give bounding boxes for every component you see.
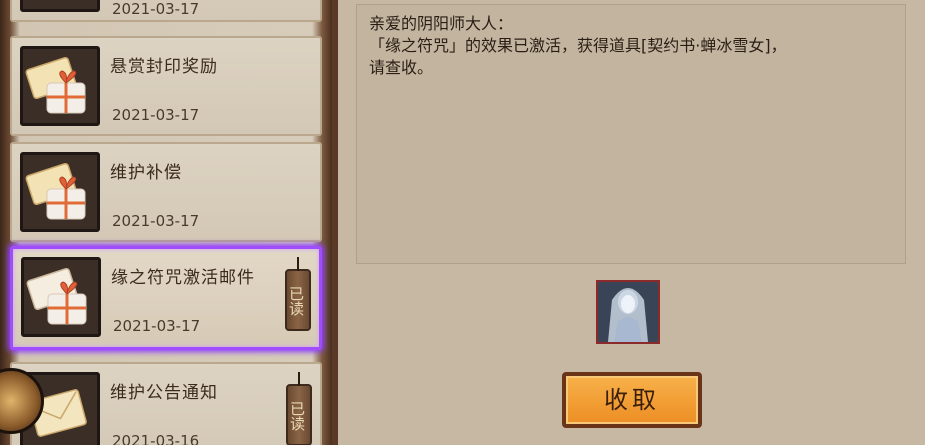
gift-envelope-icon: [20, 0, 100, 12]
mail-list-item[interactable]: 维护补偿 2021-03-17: [10, 142, 322, 242]
mail-date: 2021-03-17: [112, 106, 200, 124]
mail-date: 2021-03-17: [112, 0, 200, 18]
mail-date: 2021-03-17: [113, 317, 201, 335]
mail-message-body: 亲爱的阴阳师大人： 「缘之符咒」的效果已激活，获得道具[契约书·蝉冰雪女]， 请…: [356, 4, 906, 264]
collect-button[interactable]: 收取: [562, 372, 702, 428]
mail-title: 维护公告通知: [110, 383, 218, 403]
mail-list-item[interactable]: 悬赏封印奖励 2021-03-17: [10, 36, 322, 136]
mail-list-item-selected[interactable]: 缘之符咒激活邮件 2021-03-17 已读: [10, 246, 322, 350]
mail-title: 悬赏封印奖励: [110, 57, 218, 77]
read-status-tag: 已读: [285, 257, 311, 331]
mail-title: 缘之符咒激活邮件: [111, 268, 255, 288]
gift-envelope-icon: [20, 46, 100, 126]
mail-list-item[interactable]: 2021-03-17: [10, 0, 322, 22]
message-greeting: 亲爱的阴阳师大人：: [369, 14, 514, 33]
contract-book-yukionna-icon[interactable]: [596, 280, 660, 344]
gift-envelope-icon: [20, 152, 100, 232]
mail-date: 2021-03-16: [112, 432, 200, 445]
mail-screen: 2021-03-17 悬赏封印奖励 2021-03-17 维护补偿 2021-0…: [0, 0, 925, 445]
mail-content-panel: 亲爱的阴阳师大人： 「缘之符咒」的效果已激活，获得道具[契约书·蝉冰雪女]， 请…: [332, 0, 925, 445]
mail-title: 维护补偿: [110, 163, 182, 183]
mail-list[interactable]: 2021-03-17 悬赏封印奖励 2021-03-17 维护补偿 2021-0…: [0, 0, 332, 445]
read-status-tag: 已读: [286, 372, 312, 445]
message-line: 请查收。: [369, 58, 434, 77]
mail-list-item[interactable]: 维护公告通知 2021-03-16 已读: [10, 362, 322, 445]
message-line: 「缘之符咒」的效果已激活，获得道具[契约书·蝉冰雪女]，: [369, 36, 787, 55]
mail-date: 2021-03-17: [112, 212, 200, 230]
gift-envelope-icon: [21, 257, 101, 337]
